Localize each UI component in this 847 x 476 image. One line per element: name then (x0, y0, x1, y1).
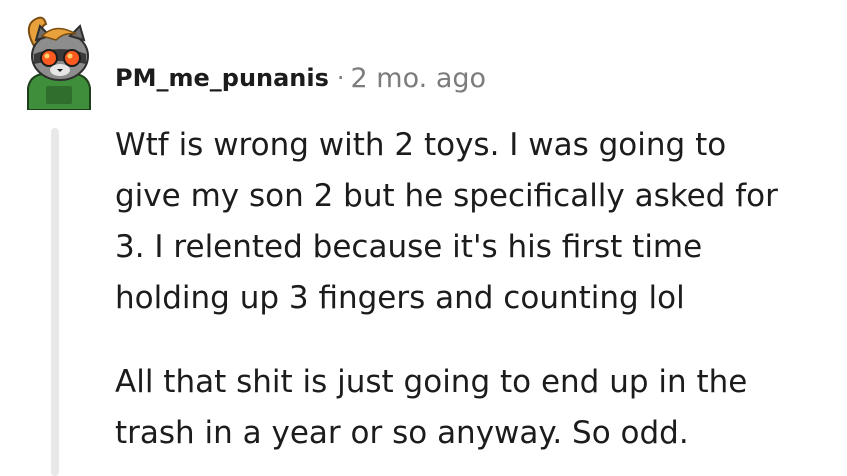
comment-header: PM_me_punanis · 2 mo. ago (115, 58, 486, 98)
comment-timestamp[interactable]: 2 mo. ago (351, 63, 486, 94)
comment-line: All that shit is just going to end up in… (115, 364, 748, 400)
comment: PM_me_punanis · 2 mo. ago Wtf is wrong w… (0, 0, 847, 476)
comment-body: Wtf is wrong with 2 toys. I was going to… (115, 120, 835, 459)
comment-line: holding up 3 fingers and counting lol (115, 280, 685, 316)
comment-line: trash in a year or so anyway. So odd. (115, 415, 689, 451)
comment-paragraph: Wtf is wrong with 2 toys. I was going to… (115, 120, 835, 324)
comment-line: Wtf is wrong with 2 toys. I was going to (115, 127, 727, 163)
comment-paragraph: All that shit is just going to end up in… (115, 357, 835, 459)
comment-line: give my son 2 but he specifically asked … (115, 178, 778, 214)
author-name[interactable]: PM_me_punanis (115, 64, 329, 92)
thread-line[interactable] (51, 128, 59, 476)
meta-separator: · (336, 64, 345, 92)
comment-line: 3. I relented because it's his first tim… (115, 229, 703, 265)
avatar[interactable] (16, 14, 102, 111)
raccoon-avatar-icon (27, 16, 91, 111)
